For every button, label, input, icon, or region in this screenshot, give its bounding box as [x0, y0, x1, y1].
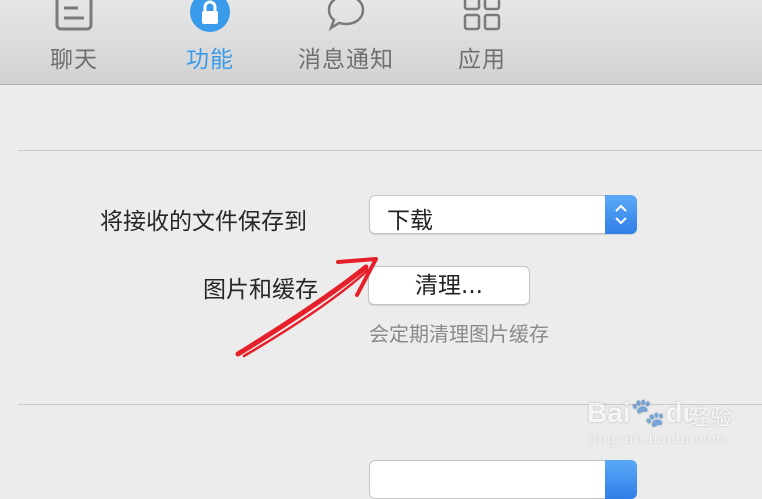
tab-notifications-label: 消息通知	[298, 47, 394, 73]
preferences-toolbar: 聊天 功能 消息通知 应用	[0, 0, 762, 85]
tab-features-label: 功能	[186, 47, 234, 73]
clean-cache-button[interactable]: 清理...	[368, 266, 530, 305]
section-divider-top	[18, 150, 762, 151]
watermark-jingyan: 经验	[688, 406, 733, 431]
tab-chat[interactable]: 聊天	[30, 0, 118, 85]
speech-bubble-icon	[325, 0, 367, 36]
tab-features[interactable]: 功能	[166, 0, 254, 85]
save-location-value: 下载	[387, 208, 433, 234]
watermark-brand: Bai🐾du	[587, 397, 700, 428]
app-grid-icon	[462, 0, 502, 36]
clean-cache-hint: 会定期清理图片缓存	[369, 322, 549, 346]
lock-icon	[188, 0, 232, 40]
save-location-label: 将接收的文件保存到	[100, 209, 307, 235]
tab-notifications[interactable]: 消息通知	[294, 0, 398, 85]
baidu-jingyan-watermark: Bai🐾du 经验 jingyan.baidu.com	[583, 380, 758, 452]
paw-icon: 🐾	[630, 397, 666, 428]
select-stepper-icon	[605, 195, 637, 234]
cache-label: 图片和缓存	[203, 277, 318, 303]
tab-chat-label: 聊天	[50, 47, 98, 73]
tab-apps[interactable]: 应用	[438, 0, 526, 85]
chat-window-icon	[54, 0, 94, 36]
save-location-select[interactable]: 下载	[369, 195, 637, 234]
tab-apps-label: 应用	[458, 47, 506, 73]
watermark-url: jingyan.baidu.com	[589, 432, 726, 447]
